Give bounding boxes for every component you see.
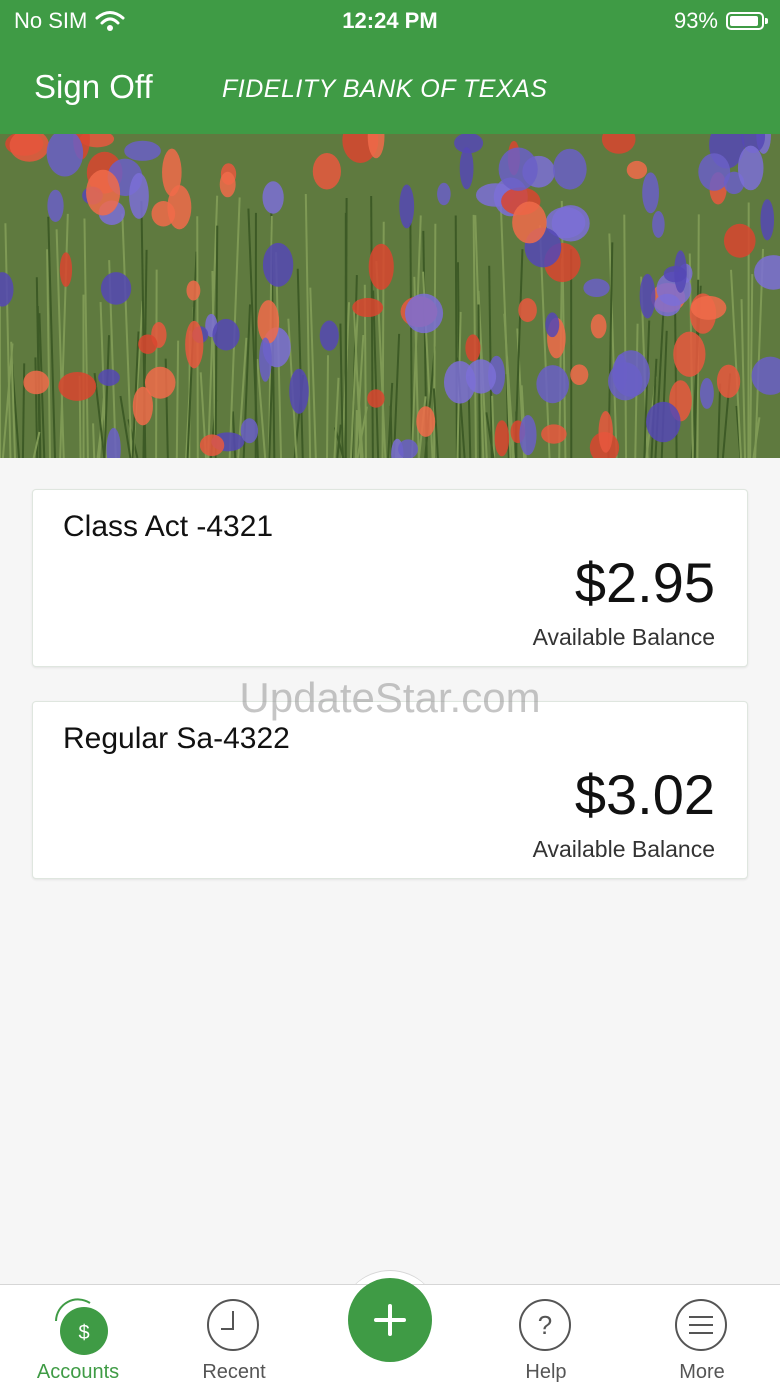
- plus-icon: [348, 1278, 432, 1362]
- menu-icon: [675, 1299, 727, 1351]
- add-button[interactable]: [348, 1278, 432, 1362]
- tab-more[interactable]: More: [624, 1285, 780, 1388]
- balance-label: Available Balance: [533, 836, 715, 863]
- tab-accounts[interactable]: $ Accounts: [0, 1285, 156, 1388]
- svg-text:?: ?: [538, 1310, 552, 1340]
- dollar-icon: $: [46, 1293, 110, 1357]
- account-card[interactable]: Class Act -4321 $2.95 Available Balance: [32, 489, 748, 667]
- tab-label: Help: [468, 1361, 624, 1384]
- account-card[interactable]: Regular Sa-4322 $3.02 Available Balance: [32, 701, 748, 879]
- app-header: No SIM 12:24 PM 93% Sign Off FIDELITY BA…: [0, 0, 780, 134]
- status-right: 93%: [674, 8, 764, 34]
- account-balance: $3.02: [575, 762, 715, 827]
- clock-icon: [207, 1299, 259, 1351]
- nav-bar: Sign Off FIDELITY BANK OF TEXAS: [0, 62, 780, 116]
- tab-label: Accounts: [0, 1361, 156, 1384]
- wildflower-banner-image: [0, 134, 780, 458]
- account-name: Class Act -4321: [63, 510, 273, 544]
- watermark-text: UpdateStar.com: [0, 674, 780, 722]
- tab-help[interactable]: ? Help: [468, 1285, 624, 1388]
- bank-name: FIDELITY BANK OF TEXAS: [222, 75, 547, 104]
- battery-percent: 93%: [674, 8, 718, 34]
- svg-text:$: $: [78, 1322, 89, 1344]
- status-bar: No SIM 12:24 PM 93%: [0, 0, 780, 44]
- account-name: Regular Sa-4322: [63, 722, 290, 756]
- tab-label: Recent: [156, 1361, 312, 1384]
- battery-icon: [726, 12, 764, 30]
- status-time: 12:24 PM: [0, 8, 780, 34]
- flower-field-illustration: [0, 134, 780, 458]
- sign-off-button[interactable]: Sign Off: [34, 68, 153, 106]
- tab-label: More: [624, 1361, 780, 1384]
- account-balance: $2.95: [575, 550, 715, 615]
- tab-recent[interactable]: Recent: [156, 1285, 312, 1388]
- question-icon: ?: [519, 1299, 571, 1351]
- battery-level: [730, 16, 758, 26]
- balance-label: Available Balance: [533, 624, 715, 651]
